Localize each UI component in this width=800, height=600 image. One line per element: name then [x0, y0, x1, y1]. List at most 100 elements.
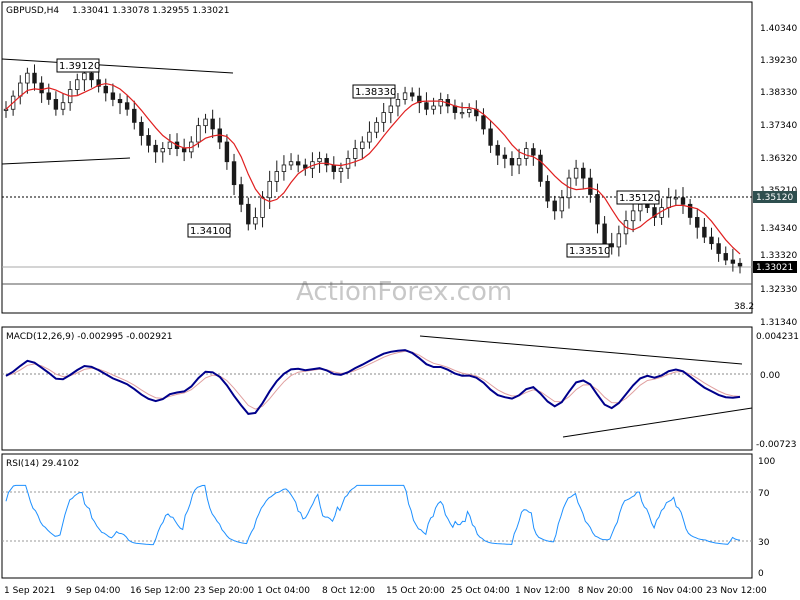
price-bar-body [716, 243, 721, 254]
annotation-2: 1.38330 [352, 84, 396, 99]
price-bar-body [524, 148, 529, 159]
price-bar-body [317, 158, 322, 163]
price-bar-body [531, 148, 536, 156]
price-bar-body [25, 72, 30, 84]
price-tick-label: 1.33320 [760, 251, 797, 261]
price-bar-body [488, 128, 493, 146]
rsi-tick-label: 30 [758, 538, 770, 548]
price-bar-body [680, 197, 686, 205]
macd-tick-label: 0.004231 [756, 332, 799, 342]
price-tick-label: 1.34340 [760, 224, 797, 234]
annotation-5: 1.33510 [566, 243, 610, 258]
time-tick-label: 15 Oct 20:00 [386, 586, 445, 596]
annotation-1: 1.39120 [56, 58, 100, 73]
time-tick-label: 9 Sep 04:00 [66, 586, 121, 596]
price-bar-body [367, 131, 372, 143]
price-bar-body [573, 167, 579, 179]
chart-canvas: ActionForex.com 1.39120 1.38330 1.34100 … [1, 1, 799, 596]
price-bar-body [139, 121, 144, 136]
time-axis: 1 Sep 2021 9 Sep 04:00 16 Sep 12:00 23 S… [4, 586, 767, 596]
price-bar-body [424, 102, 429, 110]
price-bar-body [374, 121, 379, 133]
price-bar-body [196, 125, 201, 143]
price-bar-body [253, 217, 258, 225]
rsi-tick-label: 100 [758, 457, 775, 467]
price-bar-body [709, 236, 714, 245]
price-bar-body [595, 194, 600, 225]
price-bar-body [18, 82, 23, 97]
price-tick-label: 1.32330 [760, 285, 797, 295]
price-bar-body [274, 171, 279, 182]
watermark: ActionForex.com [296, 277, 512, 307]
time-tick-label: 1 Nov 12:00 [515, 586, 570, 596]
price-bar-body [153, 144, 158, 153]
price-bar-body [110, 92, 116, 100]
price-bar-body [295, 161, 301, 166]
price-bar-body [702, 226, 707, 238]
macd-tick-label: 0.00 [760, 371, 780, 381]
annotation-text: 1.34100 [190, 226, 231, 237]
price-bar-body [723, 253, 728, 261]
time-tick-label: 8 Nov 20:00 [578, 586, 633, 596]
price-bar-body [181, 148, 187, 153]
price-bar-body [609, 243, 614, 248]
price-bar-body [224, 141, 230, 163]
rsi-panel-title: RSI(14) 29.4102 [6, 459, 79, 469]
price-bar-body [231, 161, 237, 186]
price-bar-body [438, 99, 443, 107]
price-bar-body [516, 158, 522, 166]
price-bar-body [331, 164, 337, 172]
time-tick-label: 23 Sep 20:00 [194, 586, 254, 596]
price-bar-body [75, 79, 80, 90]
macd-tick-label: -0.00723 [756, 440, 796, 450]
price-bar-body [630, 210, 636, 222]
macd-panel-frame [1, 326, 753, 451]
time-tick-label: 16 Sep 12:00 [130, 586, 190, 596]
current-tag-text: 1.33021 [756, 263, 793, 273]
price-bar-body [281, 164, 287, 172]
price-ohlc: 1.33041 1.33078 1.32955 1.33021 [72, 6, 229, 16]
macd-panel-title: MACD(12,26,9) -0.002995 -0.002921 [6, 332, 172, 342]
price-bar-body [581, 167, 586, 179]
price-bar-body [545, 180, 550, 202]
price-tick-label: 1.31340 [760, 318, 797, 328]
price-bar-body [146, 135, 151, 146]
price-bar-body [246, 203, 251, 225]
price-bar-body [452, 105, 458, 113]
price-bar-body [638, 203, 643, 212]
price-bar-body [167, 141, 173, 149]
price-bar-body [431, 105, 436, 110]
price-bar-body [89, 72, 94, 81]
price-tick-label: 1.38330 [760, 88, 797, 98]
price-tick-label: 1.39230 [760, 56, 797, 66]
resistance-tag-text: 1.35120 [756, 193, 793, 203]
price-bar-body [666, 197, 671, 208]
price-bar-body [210, 118, 215, 130]
price-bar-body [495, 144, 500, 156]
rsi-panel-frame [1, 453, 753, 579]
price-bar-body [160, 148, 165, 153]
price-panel-title: GBPUSD,H4 [6, 6, 59, 16]
price-bar-body [238, 184, 244, 205]
price-bar-body [467, 108, 472, 113]
time-tick-label: 25 Oct 04:00 [451, 586, 510, 596]
price-bar-body [645, 203, 650, 208]
price-bar-body [360, 141, 365, 149]
resistance-price-tag: 1.35120 [753, 191, 797, 203]
fib-label: 38.2 [734, 302, 754, 312]
price-bar-body [381, 112, 386, 123]
annotation-text: 1.39120 [59, 61, 100, 72]
price-bar-body [46, 92, 51, 100]
price-tick-label: 1.36320 [760, 154, 797, 164]
annotation-4: 1.35120 [616, 190, 660, 205]
rsi-tick-label: 70 [758, 489, 770, 499]
price-bar-body [388, 105, 394, 113]
price-bar-body [695, 217, 700, 228]
price-bar-body [559, 197, 565, 212]
rsi-tick-label: 0 [758, 569, 764, 579]
price-bar-body [338, 167, 344, 172]
time-tick-label: 1 Sep 2021 [4, 586, 55, 596]
price-bar-body [82, 72, 87, 81]
price-bar [538, 149, 543, 187]
price-bar-body [124, 102, 130, 110]
